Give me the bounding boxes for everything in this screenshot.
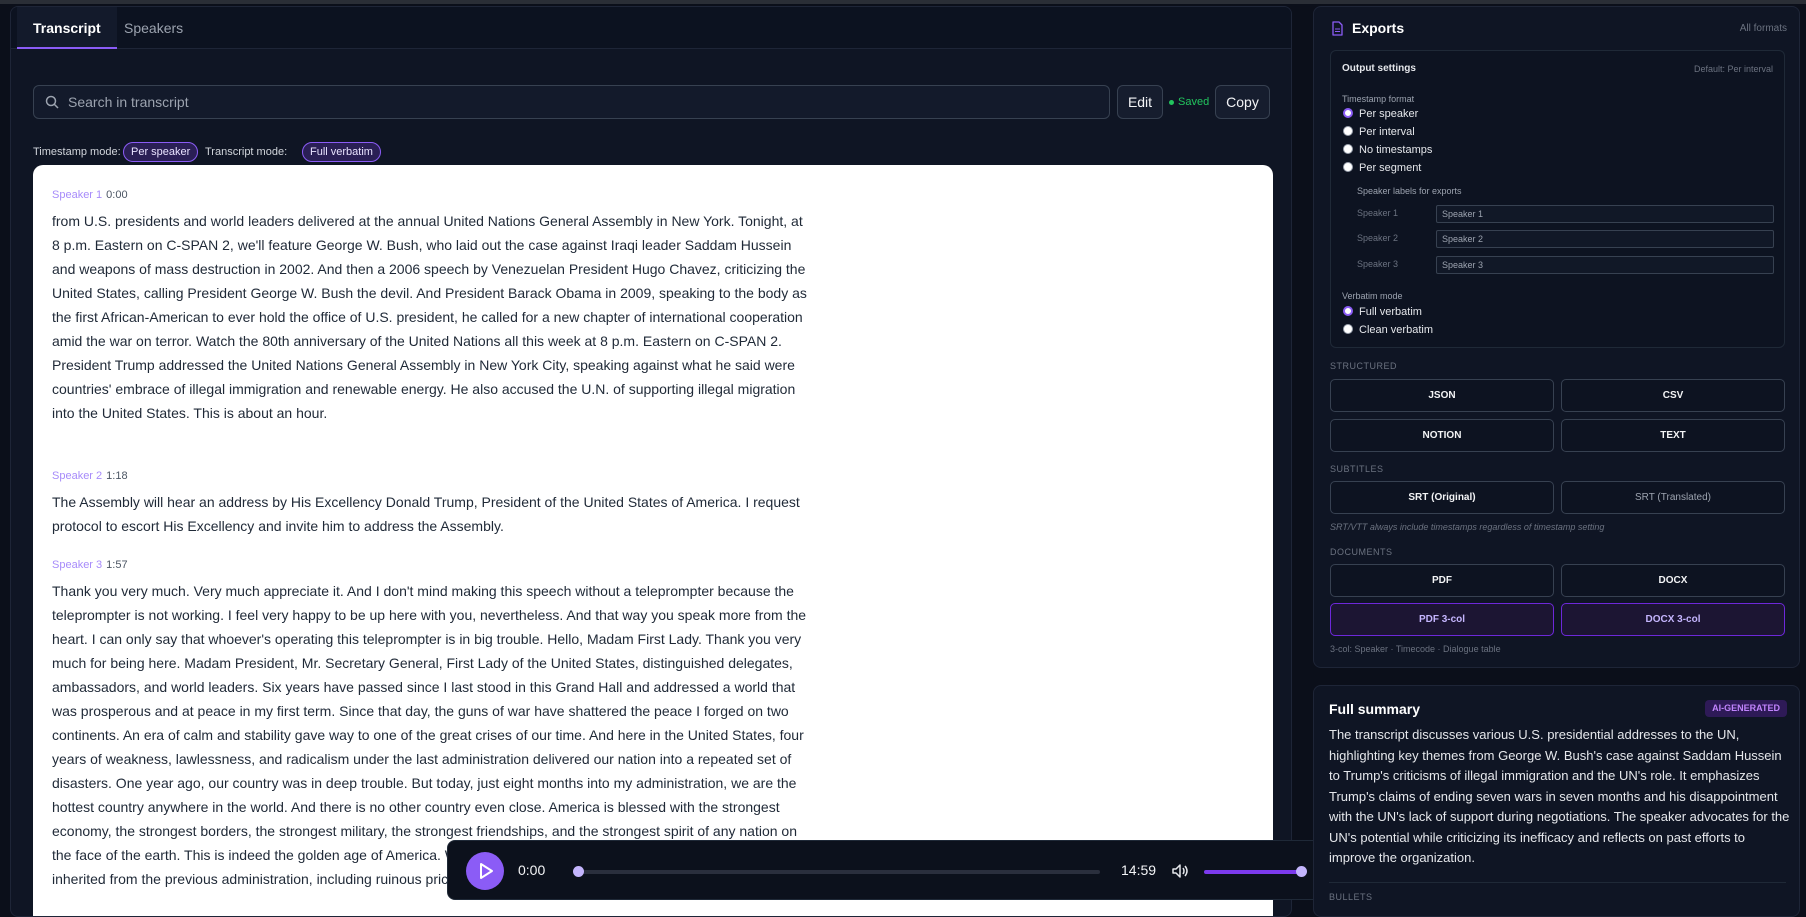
documents-note: 3-col: Speaker · Timecode · Dialogue tab…	[1330, 644, 1501, 654]
segment-text: from U.S. presidents and world leaders d…	[52, 213, 807, 421]
volume-icon[interactable]	[1170, 861, 1190, 881]
export-srt-original-button[interactable]: SRT (Original)	[1330, 481, 1554, 514]
segment-timestamp[interactable]: 0:00	[106, 189, 127, 201]
play-button[interactable]	[466, 852, 504, 890]
radio-label: Per speaker	[1359, 108, 1419, 120]
subtitles-note: SRT/VTT always include timestamps regard…	[1330, 522, 1605, 532]
export-notion-button[interactable]: NOTION	[1330, 419, 1554, 452]
edit-button[interactable]: Edit	[1117, 85, 1163, 119]
exports-title: Exports	[1352, 20, 1405, 36]
radio-checked-icon	[1343, 108, 1353, 119]
speaker-header: Speaker 3 1:57	[52, 559, 812, 571]
segment-timestamp[interactable]: 1:18	[106, 470, 127, 482]
transcript-mode-pill[interactable]: Full verbatim	[302, 142, 381, 162]
radio-unchecked-icon	[1343, 126, 1353, 137]
speaker-name[interactable]: Speaker 1	[52, 189, 102, 201]
radio-per-interval[interactable]: Per interval	[1343, 126, 1415, 140]
copy-button[interactable]: Copy	[1215, 85, 1270, 119]
tab-transcript[interactable]: Transcript	[17, 7, 117, 49]
transcript-segment: Speaker 1 0:00 from U.S. presidents and w…	[52, 189, 812, 425]
bullets-heading: BULLETS	[1329, 892, 1373, 902]
speaker-header: Speaker 2 1:18	[52, 470, 812, 482]
radio-label: No timestamps	[1359, 144, 1433, 156]
timestamp-mode-label: Timestamp mode:	[33, 146, 121, 158]
saved-label: Saved	[1178, 96, 1210, 108]
search-icon	[45, 95, 59, 109]
radio-label: Per interval	[1359, 126, 1415, 138]
radio-label: Clean verbatim	[1359, 324, 1433, 336]
export-csv-button[interactable]: CSV	[1561, 379, 1785, 412]
speaker-label-name: Speaker 2	[1357, 233, 1399, 243]
documents-heading: DOCUMENTS	[1330, 547, 1393, 557]
radio-no-timestamps[interactable]: No timestamps	[1343, 144, 1432, 158]
export-pdf-button[interactable]: PDF	[1330, 564, 1554, 597]
segment-text: The Assembly will hear an address by His…	[52, 494, 800, 534]
subtitles-heading: SUBTITLES	[1330, 464, 1384, 474]
radio-label: Per segment	[1359, 162, 1422, 174]
summary-text: The transcript discusses various U.S. pr…	[1329, 727, 1790, 865]
volume-handle[interactable]	[1296, 866, 1307, 877]
transcript-mode-label: Transcript mode:	[205, 146, 288, 158]
speaker-label-name: Speaker 3	[1357, 259, 1399, 269]
ai-generated-badge: AI-GENERATED	[1705, 700, 1787, 717]
segment-timestamp[interactable]: 1:57	[106, 559, 127, 571]
output-settings-title: Output settings	[1342, 63, 1416, 74]
output-settings-default: Default: Per interval	[1693, 64, 1773, 74]
speaker-header: Speaker 1 0:00	[52, 189, 812, 201]
saved-status: Saved	[1169, 96, 1209, 108]
transcript-panel: Transcript Speakers Edit Saved Copy Time…	[10, 6, 1292, 917]
exports-subtitle: All formats	[1739, 23, 1787, 34]
file-icon	[1332, 21, 1343, 36]
seek-handle[interactable]	[573, 866, 584, 877]
structured-heading: STRUCTURED	[1330, 361, 1397, 371]
export-json-button[interactable]: JSON	[1330, 379, 1554, 412]
play-icon	[480, 863, 493, 879]
summary-title: Full summary	[1329, 701, 1421, 717]
export-srt-translated-button[interactable]: SRT (Translated)	[1561, 481, 1785, 514]
audio-player: 0:00 14:59	[447, 840, 1367, 900]
export-docx-button[interactable]: DOCX	[1561, 564, 1785, 597]
search-box[interactable]	[33, 85, 1110, 119]
radio-unchecked-icon	[1343, 324, 1353, 335]
search-input[interactable]	[68, 86, 1098, 118]
window-top-border	[0, 0, 1806, 4]
transcript-document: Speaker 1 0:00 from U.S. presidents and w…	[33, 165, 1273, 916]
app-root: Transcript Speakers Edit Saved Copy Time…	[0, 0, 1806, 917]
timestamp-mode-pill[interactable]: Per speaker	[123, 142, 199, 162]
radio-unchecked-icon	[1343, 162, 1353, 173]
summary-divider	[1329, 882, 1786, 883]
speaker-label-input[interactable]	[1436, 205, 1774, 223]
radio-full-verbatim[interactable]: Full verbatim	[1343, 306, 1422, 320]
timestamp-format-label: Timestamp format	[1342, 94, 1415, 104]
export-text-button[interactable]: TEXT	[1561, 419, 1785, 452]
verbatim-mode-label: Verbatim mode	[1342, 291, 1403, 301]
radio-per-segment[interactable]: Per segment	[1343, 162, 1421, 176]
seek-bar[interactable]	[573, 866, 1100, 877]
tab-bar: Transcript Speakers	[11, 7, 1291, 49]
radio-checked-icon	[1343, 306, 1353, 317]
speaker-label-input[interactable]	[1436, 230, 1774, 248]
tab-speakers[interactable]: Speakers	[108, 7, 199, 49]
exports-panel: Exports All formats Output settings Defa…	[1313, 6, 1800, 668]
radio-label: Full verbatim	[1359, 306, 1422, 318]
transcript-segment: Speaker 2 1:18 The Assembly will hear an …	[52, 470, 812, 538]
speaker-name[interactable]: Speaker 2	[52, 470, 102, 482]
speaker-label-name: Speaker 1	[1357, 208, 1399, 218]
summary-panel: Full summary AI-GENERATED The transcript…	[1313, 685, 1800, 917]
saved-dot-icon	[1169, 99, 1174, 105]
speaker-label-input[interactable]	[1436, 256, 1774, 274]
volume-slider[interactable]	[1204, 866, 1307, 877]
duration-time: 14:59	[1121, 862, 1157, 878]
export-docx-3col-button[interactable]: DOCX 3-col	[1561, 603, 1785, 636]
radio-clean-verbatim[interactable]: Clean verbatim	[1343, 324, 1433, 338]
speaker-name[interactable]: Speaker 3	[52, 559, 102, 571]
radio-unchecked-icon	[1343, 144, 1353, 155]
output-settings: Output settings Default: Per interval Ti…	[1330, 50, 1785, 348]
export-pdf-3col-button[interactable]: PDF 3-col	[1330, 603, 1554, 636]
speaker-labels-heading: Speaker labels for exports	[1357, 186, 1462, 196]
radio-per-speaker[interactable]: Per speaker	[1343, 108, 1418, 122]
current-time: 0:00	[518, 862, 546, 878]
